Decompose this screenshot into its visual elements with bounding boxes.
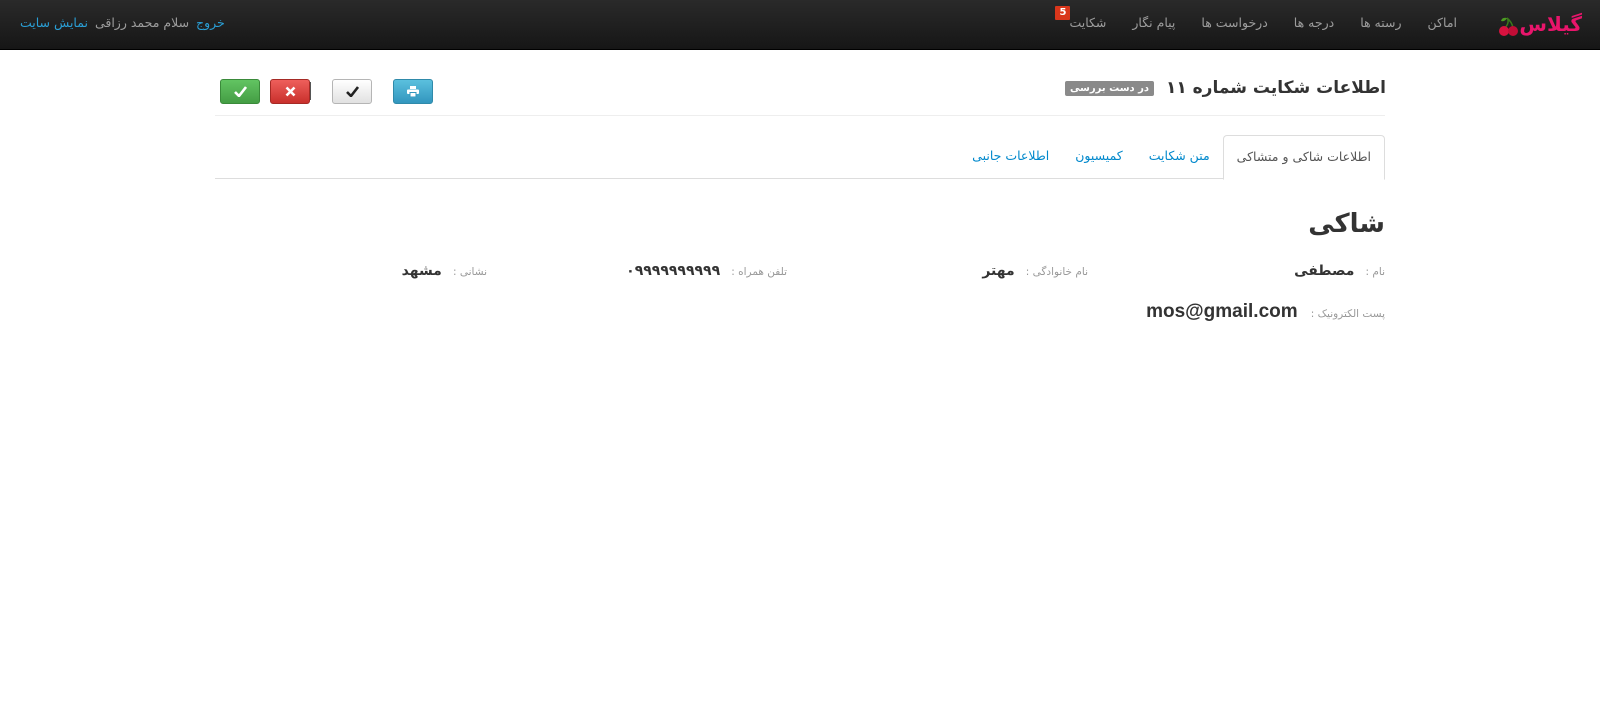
email-value: mos@gmail.com [1146,301,1298,322]
nav-item-grades[interactable]: درجه ها [1281,0,1347,50]
mobile-value: ۰۹۹۹۹۹۹۹۹۹۹ [626,263,721,279]
view-site-link[interactable]: نمایش سایت [20,15,88,30]
mobile-label: تلفن همراه : [731,266,787,278]
family-field: نام خانوادگی : مهتر [982,260,1088,279]
mobile-field: تلفن همراه : ۰۹۹۹۹۹۹۹۹۹۹ [626,260,787,279]
check-icon [345,86,359,97]
header-divider [215,115,1385,116]
logout-link[interactable]: خروج [196,15,225,30]
nav-item-categories[interactable]: رسته ها [1347,0,1414,50]
page-title: اطلاعات شکایت شماره ۱۱ در دست بررسی [1064,78,1386,98]
complaint-tabs: اطلاعات شاکی و متشاکی متن شکایت کمیسیون … [959,135,1385,180]
nav-item-label: شکایت [1069,15,1107,30]
print-button[interactable] [393,79,433,104]
nav-item-label: اماکن [1427,15,1457,30]
cherry-icon [1499,17,1518,36]
nav-item-label: رسته ها [1360,15,1402,30]
tab-complaint-text[interactable]: متن شکایت [1136,135,1223,179]
nav-item-label: درخواست ها [1201,15,1268,30]
brand-logo[interactable]: گیلاس [1499,10,1583,40]
user-greeting: سلام محمد رزاقی [94,15,190,30]
times-icon [285,86,295,97]
name-value: مصطفی [1294,263,1355,279]
tab-side-info[interactable]: اطلاعات جانبی [959,135,1062,179]
nav-item-messages[interactable]: پیام نگار [1119,0,1188,50]
nav-item-requests[interactable]: درخواست ها [1188,0,1280,50]
status-badge: در دست بررسی [1064,81,1155,96]
accept-button[interactable] [220,79,260,104]
check-icon [233,86,247,97]
page-title-text: اطلاعات شکایت شماره ۱۱ [1165,78,1386,98]
nav-item-label: پیام نگار [1132,15,1176,30]
confirm-button[interactable] [332,79,372,104]
nav-item-places[interactable]: اماکن [1415,0,1470,50]
email-field: پست الکترونیک : mos@gmail.com [1146,301,1385,323]
nav-item-complaints[interactable]: شکایت 5 [1055,0,1119,50]
print-icon [407,86,419,97]
address-value: مشهد [401,263,442,279]
section-heading: شاکی [1308,209,1385,239]
family-label: نام خانوادگی : [1025,266,1088,278]
brand-name: گیلاس [1519,12,1583,36]
name-label: نام : [1365,266,1386,278]
reject-button[interactable] [270,79,310,104]
family-value: مهتر [982,263,1015,279]
user-menu: خروج سلام محمد رزاقی نمایش سایت [20,0,225,46]
name-field: نام : مصطفی [1294,260,1385,279]
tab-complainant-info[interactable]: اطلاعات شاکی و متشاکی [1222,135,1385,180]
address-field: نشانی : مشهد [402,260,487,279]
nav-item-label: درجه ها [1293,15,1335,30]
top-navbar: گیلاس اماکن رسته ها درجه ها درخواست ها پ… [0,0,1600,50]
tabs-divider [215,178,1385,179]
complaints-count-badge: 5 [1055,6,1071,20]
tab-commission[interactable]: کمیسیون [1062,135,1136,179]
email-label: پست الکترونیک : [1310,308,1385,320]
address-label: نشانی : [452,266,487,278]
main-nav: اماکن رسته ها درجه ها درخواست ها پیام نگ… [1055,0,1470,50]
